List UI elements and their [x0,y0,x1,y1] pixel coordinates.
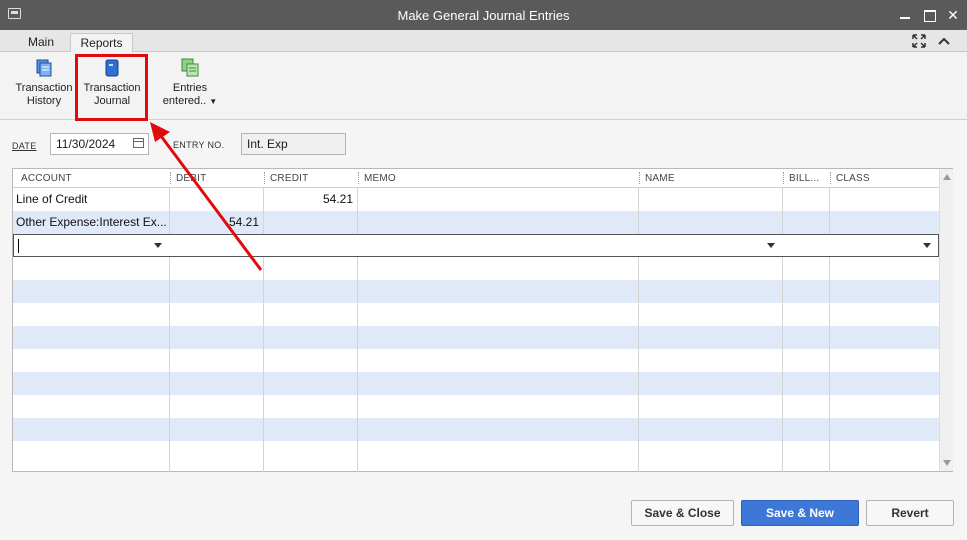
transaction-history-label-2: History [26,95,62,107]
ribbon-tab-bar: Main Reports [0,30,967,53]
credit-cell[interactable] [265,211,353,234]
entries-entered-button[interactable]: Entries entered.. ▼ [160,56,220,108]
minimize-icon[interactable] [896,6,914,24]
table-row[interactable] [13,303,939,326]
tab-main[interactable]: Main [16,33,66,53]
expand-icon[interactable] [912,34,926,48]
text-cursor [18,239,19,253]
entries-entered-label-2-wrap: entered.. ▼ [160,95,220,108]
table-row[interactable] [13,395,939,418]
name-dropdown-arrow-icon[interactable] [767,243,775,248]
window-title: Make General Journal Entries [397,8,570,23]
journal-entry-form: DATE 11/30/2024 ENTRY NO. Int. Exp ACCOU… [0,121,967,540]
save-new-button[interactable]: Save & New [741,500,859,526]
title-bar: Make General Journal Entries ✕ [0,0,967,30]
table-row[interactable] [13,257,939,280]
table-row[interactable] [13,441,939,464]
transaction-history-button[interactable]: Transaction History [12,56,76,108]
transaction-journal-label-2: Journal [93,95,131,107]
table-row[interactable] [13,326,939,349]
entries-entered-label-2: entered.. [162,95,207,107]
reports-toolbar: Transaction History Transaction Journal … [0,52,967,120]
debit-cell[interactable]: 54.21 [171,211,259,234]
collapse-ribbon-icon[interactable] [938,35,950,47]
column-divider [263,188,264,472]
transaction-journal-icon [105,59,119,77]
scroll-down-icon[interactable] [943,460,951,466]
active-entry-row[interactable] [13,234,939,257]
journal-lines-table: ACCOUNT DEBIT CREDIT MEMO NAME BILL... C… [12,168,953,472]
column-divider [638,188,639,472]
entry-no-field[interactable]: Int. Exp [241,133,346,155]
entry-no-value: Int. Exp [247,137,288,151]
column-header-billable[interactable]: BILL... [782,172,819,184]
column-header-class[interactable]: CLASS [830,172,870,184]
column-header-debit[interactable]: DEBIT [169,172,206,184]
entries-entered-icon [181,58,199,77]
transaction-journal-button[interactable]: Transaction Journal [76,56,148,108]
table-row[interactable]: Line of Credit 54.21 [13,188,939,211]
entries-entered-label-1: Entries [172,82,208,94]
date-value: 11/30/2024 [56,137,116,151]
transaction-history-icon [36,59,52,77]
revert-button[interactable]: Revert [866,500,954,526]
account-dropdown-arrow-icon[interactable] [154,243,162,248]
column-header-account[interactable]: ACCOUNT [21,173,72,184]
scroll-up-icon[interactable] [943,174,951,180]
column-divider [357,188,358,472]
account-cell[interactable]: Other Expense:Interest Ex... [16,211,168,234]
class-dropdown-arrow-icon[interactable] [923,243,931,248]
close-icon[interactable]: ✕ [944,6,962,24]
transaction-journal-label-1: Transaction [83,82,141,94]
column-divider [829,188,830,472]
credit-cell[interactable]: 54.21 [265,188,353,211]
table-row[interactable] [13,280,939,303]
account-cell[interactable]: Line of Credit [16,188,166,211]
table-header: ACCOUNT DEBIT CREDIT MEMO NAME BILL... C… [13,169,939,188]
column-divider [169,188,170,472]
table-row[interactable] [13,372,939,395]
tab-reports[interactable]: Reports [70,33,133,53]
table-row[interactable] [13,349,939,372]
calendar-icon[interactable] [133,138,144,148]
maximize-icon[interactable] [920,6,938,24]
transaction-history-label-1: Transaction [15,82,73,94]
date-label: DATE [12,141,37,151]
column-header-name[interactable]: NAME [639,172,675,184]
column-divider [782,188,783,472]
debit-cell[interactable] [171,188,261,211]
vertical-scrollbar[interactable] [939,169,953,471]
table-row[interactable]: Other Expense:Interest Ex... 54.21 [13,211,939,234]
entry-no-label: ENTRY NO. [173,140,225,150]
column-header-memo[interactable]: MEMO [358,172,396,184]
table-row[interactable] [13,418,939,441]
date-field[interactable]: 11/30/2024 [50,133,149,155]
save-close-button[interactable]: Save & Close [631,500,734,526]
column-header-credit[interactable]: CREDIT [263,172,308,184]
dropdown-arrow-icon: ▼ [209,97,218,106]
